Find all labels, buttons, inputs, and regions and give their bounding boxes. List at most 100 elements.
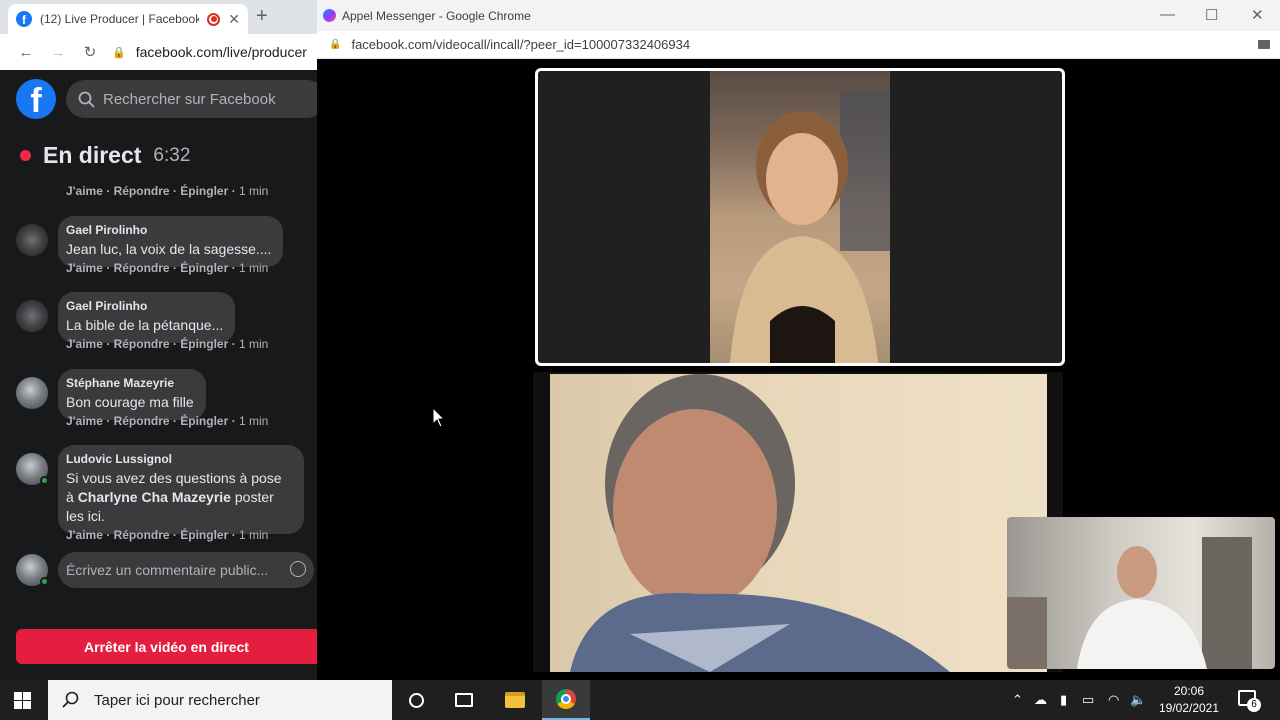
participant-silhouette bbox=[730, 91, 890, 363]
reload-icon[interactable]: ↻ bbox=[74, 43, 106, 61]
task-view-icon bbox=[455, 693, 473, 707]
comment-actions: J'aime · Répondre · Épingler · 1 min bbox=[66, 528, 269, 542]
comment-input[interactable]: Écrivez un commentaire public... bbox=[58, 552, 314, 588]
pin-link[interactable]: Épingler bbox=[180, 184, 228, 198]
participant-video-1[interactable] bbox=[535, 68, 1065, 366]
file-explorer-button[interactable] bbox=[491, 680, 539, 720]
microphone-icon[interactable]: ▮ bbox=[1060, 692, 1067, 708]
mention-link[interactable]: Charlyne Cha Mazeyrie bbox=[78, 489, 231, 505]
like-link[interactable]: J'aime bbox=[66, 184, 103, 198]
video-feed bbox=[710, 71, 890, 363]
live-indicator-icon bbox=[20, 150, 31, 161]
taskbar-clock[interactable]: 20:06 19/02/2021 bbox=[1154, 683, 1224, 717]
comment-actions: J'aime · Répondre · Épingler · 1 min bbox=[66, 414, 269, 428]
left-tab-bar: f (12) Live Producer | Facebook ✕ + bbox=[0, 0, 317, 34]
camera-icon[interactable] bbox=[1258, 40, 1270, 49]
avatar[interactable] bbox=[16, 377, 48, 409]
comment-bubble: Gael Pirolinho La bible de la pétanque..… bbox=[58, 292, 236, 343]
left-address-bar: ← → ↻ 🔒 facebook.com/live/producer bbox=[0, 34, 317, 70]
cortana-button[interactable] bbox=[392, 680, 440, 720]
minimize-icon[interactable]: — bbox=[1160, 6, 1175, 23]
reply-link[interactable]: Répondre bbox=[114, 261, 170, 275]
onedrive-cloud-icon[interactable]: ☁ bbox=[1034, 692, 1047, 708]
search-icon bbox=[78, 91, 95, 108]
pin-link[interactable]: Épingler bbox=[180, 528, 228, 542]
notification-count-badge: 6 bbox=[1247, 698, 1261, 712]
messenger-call-window: Appel Messenger - Google Chrome — ☐ ✕ 🔒 … bbox=[317, 0, 1280, 680]
comment-time: 1 min bbox=[238, 184, 269, 198]
battery-icon[interactable]: ▭ bbox=[1082, 692, 1094, 708]
comment-author[interactable]: Gael Pirolinho bbox=[66, 299, 223, 313]
window-title: Appel Messenger - Google Chrome bbox=[342, 8, 531, 23]
comment-author[interactable]: Gael Pirolinho bbox=[66, 223, 271, 237]
emoji-icon[interactable] bbox=[290, 561, 306, 577]
comment-author[interactable]: Stéphane Mazeyrie bbox=[66, 376, 194, 390]
reply-link[interactable]: Répondre bbox=[114, 528, 170, 542]
live-producer-window: f (12) Live Producer | Facebook ✕ + ← → … bbox=[0, 0, 317, 680]
tab-title: (12) Live Producer | Facebook bbox=[40, 12, 200, 26]
comment-text: La bible de la pétanque... bbox=[66, 317, 224, 333]
pin-link[interactable]: Épingler bbox=[180, 261, 228, 275]
comment-bubble: Gael Pirolinho Jean luc, la voix de la s… bbox=[58, 216, 284, 267]
search-placeholder: Rechercher sur Facebook bbox=[103, 90, 276, 108]
self-silhouette bbox=[1007, 537, 1252, 669]
mouse-cursor-icon bbox=[432, 407, 446, 428]
reply-link[interactable]: Répondre bbox=[114, 337, 170, 351]
windows-start-icon[interactable] bbox=[14, 692, 31, 709]
clock-date: 19/02/2021 bbox=[1158, 701, 1220, 715]
comment-actions: J'aime · Répondre · Épingler · 1 min bbox=[66, 184, 269, 198]
video-feed bbox=[550, 374, 1047, 672]
taskbar-search-placeholder: Taper ici pour rechercher bbox=[94, 691, 260, 709]
folder-icon bbox=[505, 692, 525, 708]
participant-video-2[interactable] bbox=[533, 372, 1063, 672]
like-link[interactable]: J'aime bbox=[66, 261, 103, 275]
facebook-favicon-icon: f bbox=[16, 11, 32, 27]
wifi-icon[interactable]: ◠ bbox=[1108, 692, 1119, 708]
reply-link[interactable]: Répondre bbox=[114, 414, 170, 428]
avatar[interactable] bbox=[16, 453, 49, 485]
facebook-search-input[interactable]: Rechercher sur Facebook bbox=[66, 80, 317, 118]
new-tab-button[interactable]: + bbox=[256, 5, 268, 28]
comment-time: 1 min bbox=[238, 414, 269, 428]
back-icon[interactable]: ← bbox=[10, 44, 42, 61]
pin-link[interactable]: Épingler bbox=[180, 337, 228, 351]
windows-taskbar: Taper ici pour rechercher ⌃ ☁ ▮ ▭ ◠ 🔈 20… bbox=[0, 680, 1280, 720]
self-video[interactable] bbox=[1007, 517, 1275, 669]
comment-text: Si vous avez des questions à pose à Char… bbox=[66, 469, 292, 526]
right-title-bar: Appel Messenger - Google Chrome — ☐ ✕ bbox=[317, 0, 1280, 31]
browser-tab-live-producer[interactable]: f (12) Live Producer | Facebook ✕ bbox=[8, 4, 248, 34]
volume-icon[interactable]: 🔈 bbox=[1130, 692, 1146, 708]
task-view-button[interactable] bbox=[440, 680, 488, 720]
comment-text: Jean luc, la voix de la sagesse.... bbox=[66, 241, 272, 257]
online-status-icon bbox=[40, 577, 49, 586]
avatar bbox=[16, 554, 49, 586]
comment-bubble: Stéphane Mazeyrie Bon courage ma fille bbox=[58, 369, 206, 420]
stop-live-button[interactable]: Arrêter la vidéo en direct bbox=[16, 629, 317, 664]
taskbar-search-input[interactable]: Taper ici pour rechercher bbox=[48, 680, 392, 720]
close-tab-icon[interactable]: ✕ bbox=[228, 11, 240, 28]
chrome-icon bbox=[556, 689, 576, 709]
reply-link[interactable]: Répondre bbox=[114, 184, 170, 198]
comment-text: Bon courage ma fille bbox=[66, 394, 194, 410]
comment-author[interactable]: Ludovic Lussignol bbox=[66, 452, 292, 466]
show-hidden-icons-chevron-icon[interactable]: ⌃ bbox=[1012, 692, 1023, 708]
like-link[interactable]: J'aime bbox=[66, 528, 103, 542]
messenger-icon bbox=[323, 9, 336, 22]
url-field[interactable]: facebook.com/videocall/incall/?peer_id=1… bbox=[351, 37, 690, 52]
like-link[interactable]: J'aime bbox=[66, 337, 103, 351]
pin-link[interactable]: Épingler bbox=[180, 414, 228, 428]
comment-time: 1 min bbox=[238, 337, 269, 351]
like-link[interactable]: J'aime bbox=[66, 414, 103, 428]
comment-placeholder: Écrivez un commentaire public... bbox=[66, 562, 269, 578]
close-window-icon[interactable]: ✕ bbox=[1251, 6, 1264, 24]
facebook-logo-icon[interactable]: f bbox=[16, 79, 56, 119]
avatar[interactable] bbox=[16, 300, 48, 332]
chrome-taskbar-button[interactable] bbox=[542, 680, 590, 720]
maximize-icon[interactable]: ☐ bbox=[1205, 6, 1218, 24]
avatar[interactable] bbox=[16, 224, 48, 256]
forward-icon[interactable]: → bbox=[42, 44, 74, 61]
comment-bubble: Ludovic Lussignol Si vous avez des quest… bbox=[58, 445, 304, 534]
url-field[interactable]: facebook.com/live/producer bbox=[136, 44, 307, 60]
comment-actions: J'aime · Répondre · Épingler · 1 min bbox=[66, 337, 269, 351]
comment-time: 1 min bbox=[238, 261, 269, 275]
